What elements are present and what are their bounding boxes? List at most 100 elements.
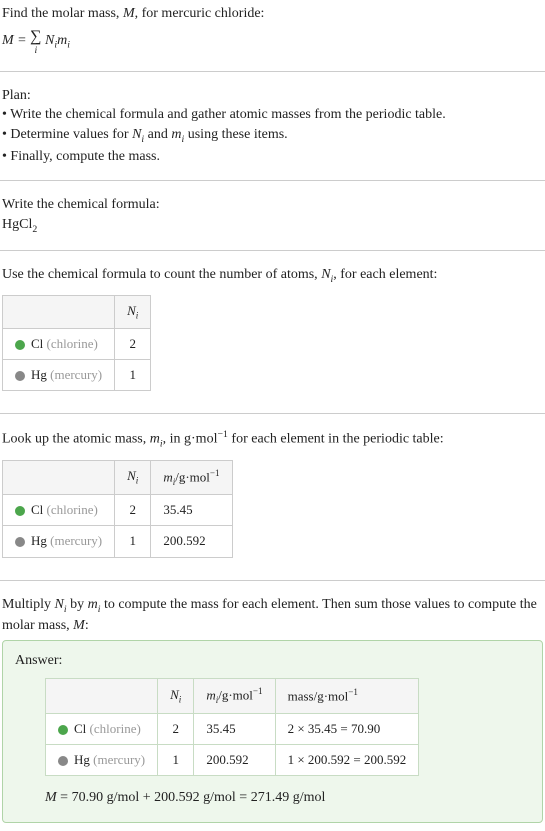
mass-table: Ni mi/g·mol−1 Cl (chlorine) 2 35.45 Hg (… bbox=[2, 460, 233, 558]
count-table: Ni Cl (chlorine) 2 Hg (mercury) 1 bbox=[2, 295, 151, 392]
intro-text: , for mercuric chloride: bbox=[135, 6, 265, 21]
chem-title: Write the chemical formula: bbox=[2, 195, 543, 215]
element-dot-icon bbox=[58, 725, 68, 735]
header-mass-exp: −1 bbox=[348, 687, 358, 697]
mass-text: for each element in the periodic table: bbox=[228, 432, 444, 447]
count-section: Use the chemical formula to count the nu… bbox=[0, 261, 545, 403]
count-title: Use the chemical formula to count the nu… bbox=[2, 265, 543, 287]
final-result: M = 70.90 g/mol + 200.592 g/mol = 271.49… bbox=[45, 788, 530, 808]
table-row: Hg (mercury) 1 200.592 1 × 200.592 = 200… bbox=[46, 745, 419, 776]
table-row: Cl (chlorine) 2 35.45 bbox=[3, 495, 233, 526]
plan-section: Plan: • Write the chemical formula and g… bbox=[0, 82, 545, 170]
header-mi-exp: −1 bbox=[253, 686, 263, 696]
header-ni: N bbox=[127, 468, 136, 483]
multiply-section: Multiply Ni by mi to compute the mass fo… bbox=[0, 591, 545, 831]
mult-ni: N bbox=[55, 597, 64, 612]
table-header-empty bbox=[3, 295, 115, 328]
mult-text: Multiply bbox=[2, 597, 55, 612]
count-text: Use the chemical formula to count the nu… bbox=[2, 267, 321, 282]
element-cell-hg: Hg (mercury) bbox=[3, 526, 115, 557]
element-label: (chlorine) bbox=[47, 502, 98, 517]
element-dot-icon bbox=[15, 371, 25, 381]
header-mi: m bbox=[206, 688, 215, 703]
formula-ni: N bbox=[42, 32, 55, 47]
intro-var-m: M bbox=[123, 6, 135, 21]
chem-sub: 2 bbox=[32, 224, 37, 235]
mass-section: Look up the atomic mass, mi, in g·mol−1 … bbox=[0, 424, 545, 569]
element-cell-hg: Hg (mercury) bbox=[3, 360, 115, 391]
table-header-mass: mass/g·mol−1 bbox=[275, 679, 419, 714]
element-label: (chlorine) bbox=[47, 336, 98, 351]
element-cell-cl: Cl (chlorine) bbox=[3, 329, 115, 360]
plan-bullet-2: • Determine values for Ni and mi using t… bbox=[2, 125, 543, 147]
element-label: (mercury) bbox=[50, 367, 102, 382]
divider bbox=[0, 413, 545, 414]
divider bbox=[0, 580, 545, 581]
table-header-empty bbox=[46, 679, 158, 714]
answer-table: Ni mi/g·mol−1 mass/g·mol−1 Cl (chlorine)… bbox=[45, 678, 419, 776]
header-mi-unit: /g·mol bbox=[218, 688, 253, 703]
divider bbox=[0, 250, 545, 251]
mass-value: 35.45 bbox=[194, 713, 275, 744]
mass-value: 35.45 bbox=[151, 495, 232, 526]
computed-mass: 2 × 35.45 = 70.90 bbox=[275, 713, 419, 744]
header-ni: N bbox=[170, 687, 179, 702]
element-symbol: Hg bbox=[31, 367, 50, 382]
table-header-empty bbox=[3, 460, 115, 495]
formula-mi-sub: i bbox=[67, 39, 70, 50]
plan-text: and bbox=[144, 127, 171, 142]
count-value: 2 bbox=[115, 495, 151, 526]
chemical-formula-section: Write the chemical formula: HgCl2 bbox=[0, 191, 545, 240]
plan-title: Plan: bbox=[2, 86, 543, 106]
count-ni: N bbox=[321, 267, 330, 282]
mass-mi: m bbox=[150, 432, 160, 447]
final-rhs: = 70.90 g/mol + 200.592 g/mol = 271.49 g… bbox=[57, 790, 326, 805]
element-symbol: Cl bbox=[74, 721, 90, 736]
mass-exp: −1 bbox=[217, 429, 227, 440]
element-label: (mercury) bbox=[93, 752, 145, 767]
table-header-mi: mi/g·mol−1 bbox=[151, 460, 232, 495]
header-mi-unit: /g·mol bbox=[175, 469, 210, 484]
table-header-mi: mi/g·mol−1 bbox=[194, 679, 275, 714]
intro-formula: M = ∑i Nimi bbox=[2, 26, 543, 55]
plan-mi: m bbox=[171, 127, 181, 142]
element-dot-icon bbox=[15, 506, 25, 516]
element-dot-icon bbox=[15, 340, 25, 350]
divider bbox=[0, 180, 545, 181]
element-symbol: Hg bbox=[74, 752, 93, 767]
formula-mi: m bbox=[57, 32, 67, 47]
plan-bullet-1: • Write the chemical formula and gather … bbox=[2, 105, 543, 125]
answer-title: Answer: bbox=[15, 651, 530, 671]
multiply-title: Multiply Ni by mi to compute the mass fo… bbox=[2, 595, 543, 636]
count-text: , for each element: bbox=[333, 267, 437, 282]
header-ni: N bbox=[127, 303, 136, 318]
count-value: 2 bbox=[115, 329, 151, 360]
element-symbol: Cl bbox=[31, 336, 47, 351]
header-ni-sub: i bbox=[136, 476, 139, 486]
count-value: 1 bbox=[115, 360, 151, 391]
formula-lhs: M bbox=[2, 32, 14, 47]
element-cell-hg: Hg (mercury) bbox=[46, 745, 158, 776]
mass-value: 200.592 bbox=[151, 526, 232, 557]
element-cell-cl: Cl (chlorine) bbox=[46, 713, 158, 744]
answer-box: Answer: Ni mi/g·mol−1 mass/g·mol−1 Cl (c… bbox=[2, 640, 543, 823]
count-value: 2 bbox=[158, 713, 194, 744]
intro-text: Find the molar mass, bbox=[2, 6, 123, 21]
plan-text: using these items. bbox=[184, 127, 287, 142]
element-symbol: Cl bbox=[31, 502, 47, 517]
divider bbox=[0, 71, 545, 72]
mass-value: 200.592 bbox=[194, 745, 275, 776]
mass-text: , in g·mol bbox=[163, 432, 218, 447]
chem-text: HgCl bbox=[2, 217, 32, 232]
mass-text: Look up the atomic mass, bbox=[2, 432, 150, 447]
element-label: (chlorine) bbox=[90, 721, 141, 736]
table-row: Cl (chlorine) 2 35.45 2 × 35.45 = 70.90 bbox=[46, 713, 419, 744]
intro-section: Find the molar mass, M, for mercuric chl… bbox=[0, 0, 545, 61]
mult-text: : bbox=[85, 618, 89, 633]
computed-mass: 1 × 200.592 = 200.592 bbox=[275, 745, 419, 776]
sigma-icon: ∑ bbox=[30, 28, 41, 45]
formula-eq: = bbox=[14, 32, 30, 47]
intro-line1: Find the molar mass, M, for mercuric chl… bbox=[2, 4, 543, 24]
element-symbol: Hg bbox=[31, 533, 50, 548]
plan-bullet-3: • Finally, compute the mass. bbox=[2, 147, 543, 167]
